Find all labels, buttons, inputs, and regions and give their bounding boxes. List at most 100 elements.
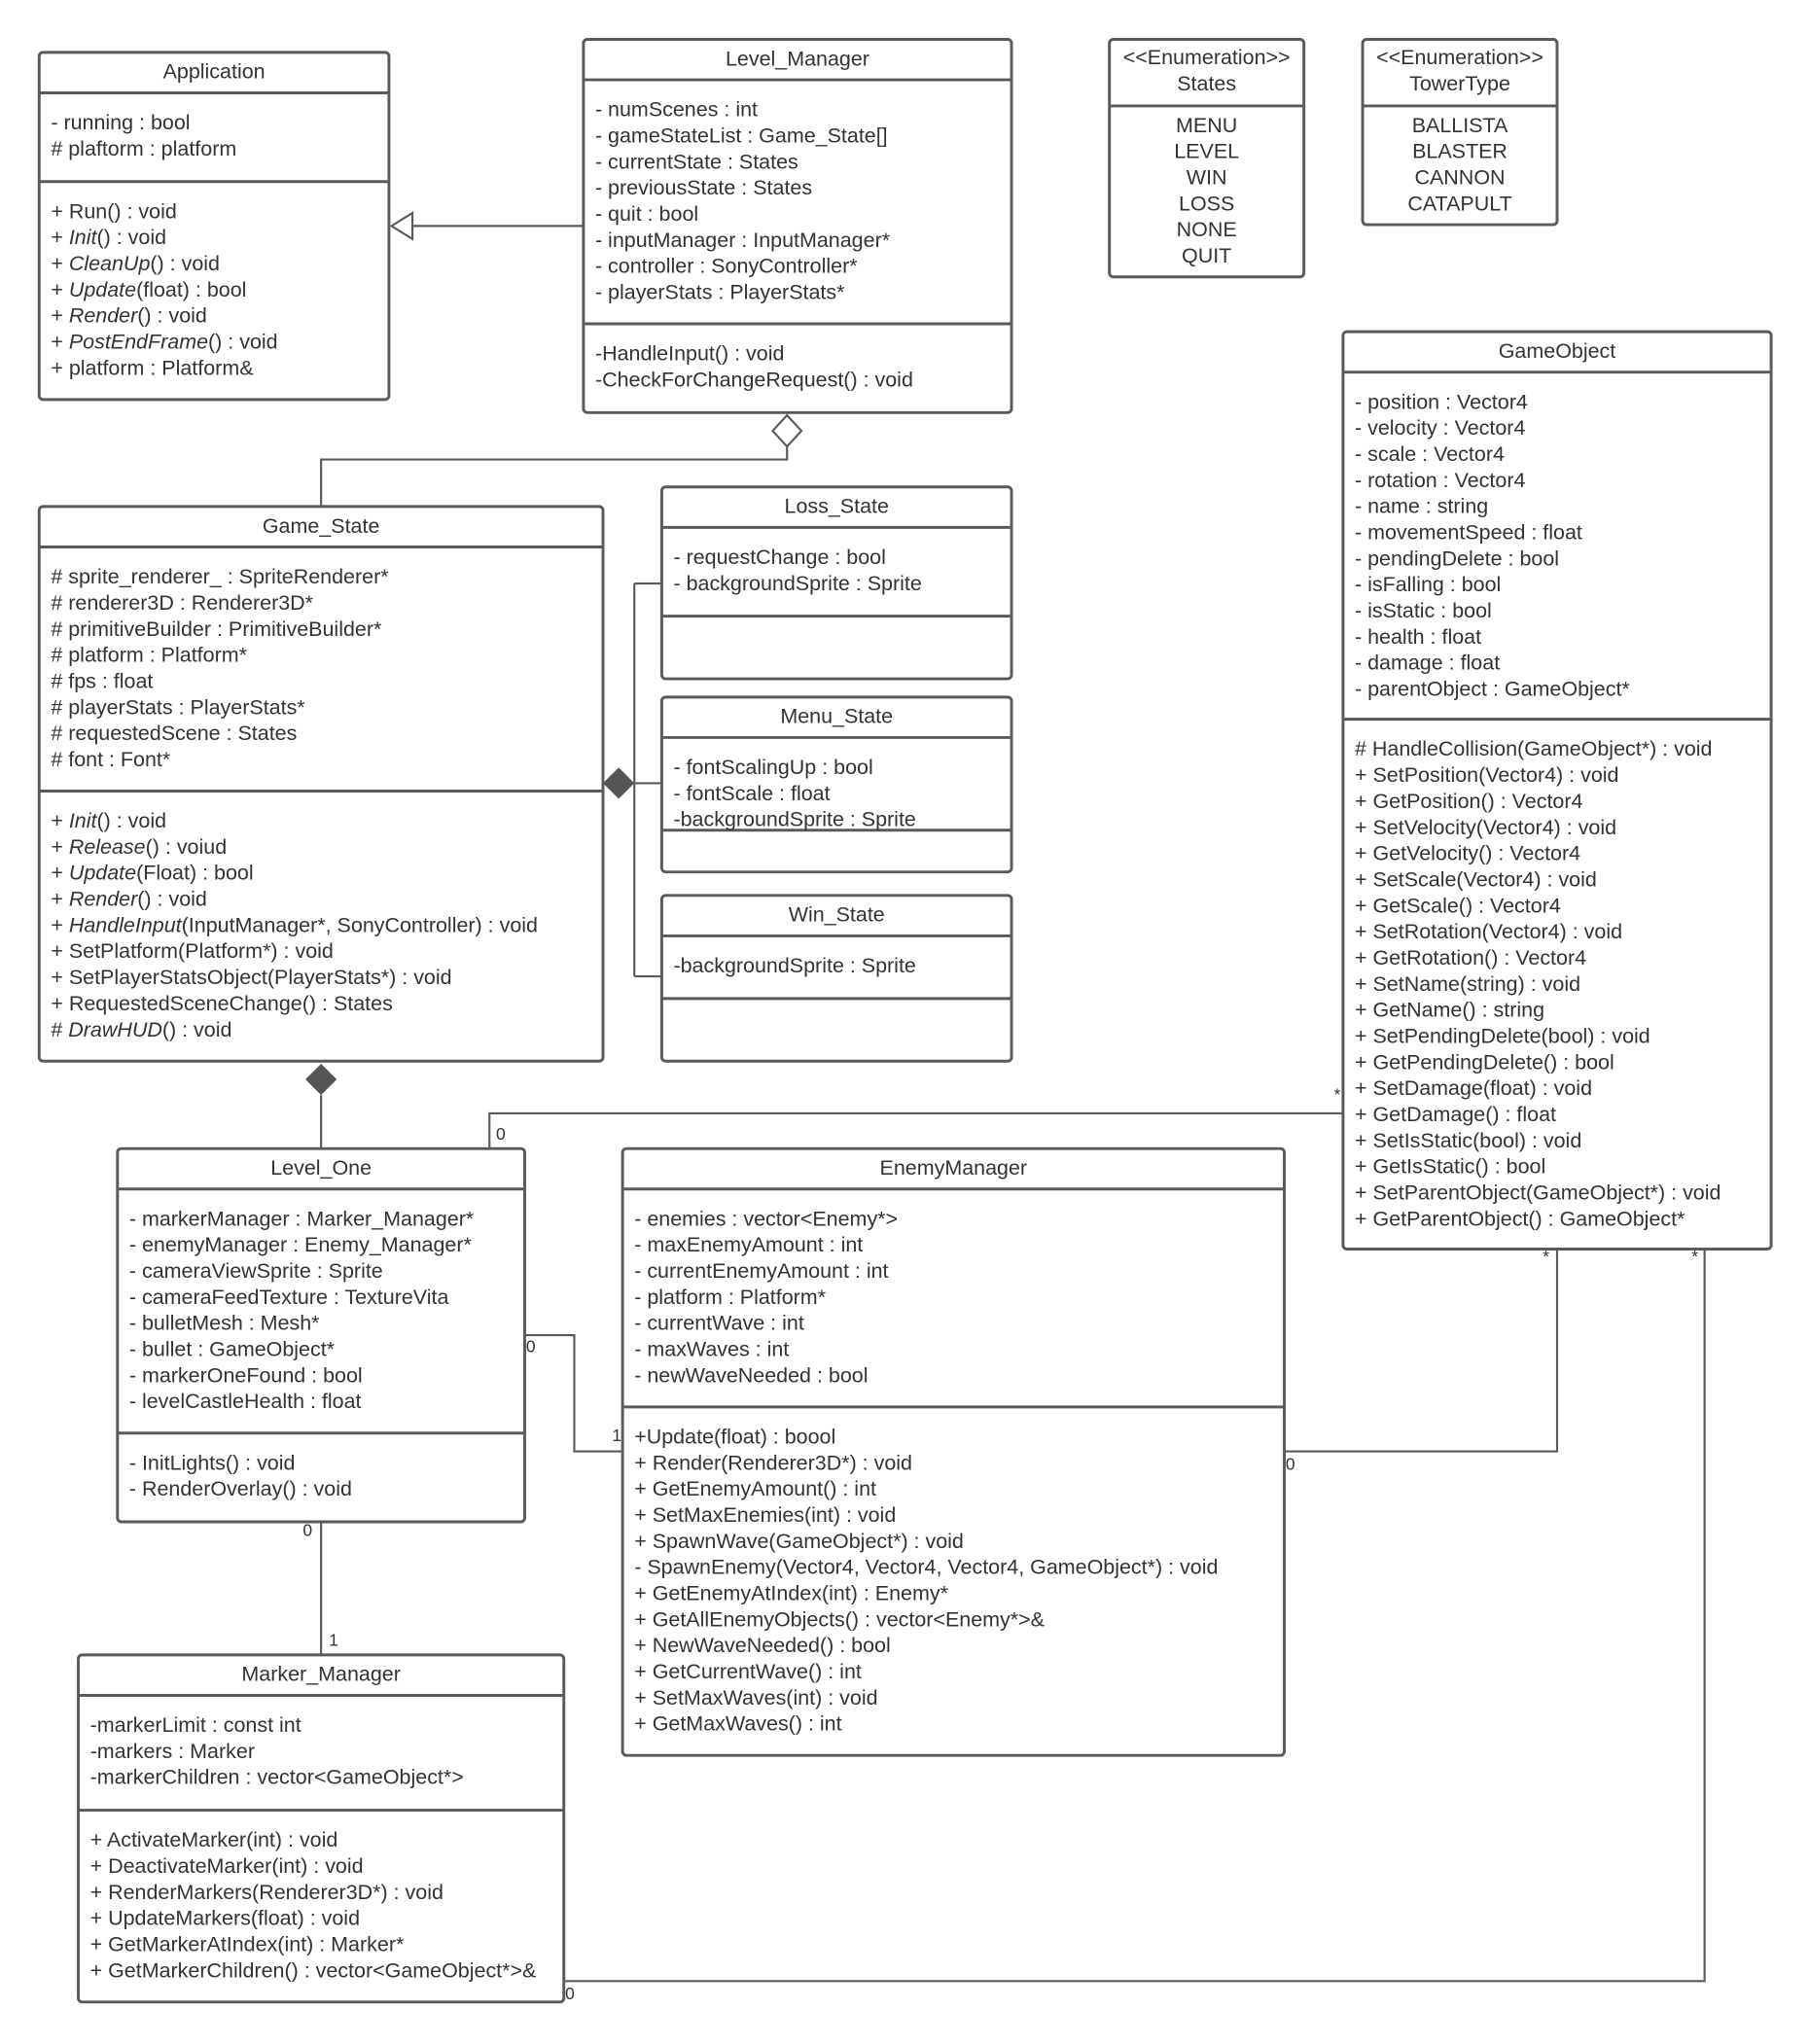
method: + GetPendingDelete() : bool — [1355, 1050, 1614, 1074]
method: + RequestedSceneChange() : States — [51, 992, 392, 1015]
aggregation-diamond-icon — [771, 413, 803, 448]
enum-literal: BALLISTA — [1412, 114, 1508, 137]
attribute: -markerLimit : const int — [90, 1713, 302, 1737]
class-towertype-enum[interactable]: <<Enumeration>>TowerTypeBALLISTABLASTERC… — [1361, 38, 1559, 227]
attribute: - currentEnemyAmount : int — [634, 1259, 888, 1283]
method: -CheckForChangeRequest() : void — [595, 368, 913, 391]
method: + SetScale(Vector4) : void — [1355, 867, 1597, 891]
method: + Render(Renderer3D*) : void — [634, 1451, 912, 1474]
method: -HandleInput() : void — [595, 342, 785, 366]
method: + Render() : void — [51, 888, 207, 911]
method: + GetMarkerChildren() : vector<GameObjec… — [90, 1958, 537, 1982]
class-application[interactable]: Application - running : bool # plaftorm : … — [37, 51, 391, 402]
enum-literal: BLASTER — [1412, 140, 1508, 163]
method: - InitLights() : void — [129, 1451, 296, 1474]
method: + SetPlayerStatsObject(PlayerStats*) : v… — [51, 966, 451, 989]
uml-class-diagram: Application - running : bool # plaftorm : … — [37, 38, 1773, 2004]
class-name: TowerType — [1409, 72, 1510, 95]
attribute: - gameStateList : Game_State[] — [595, 123, 888, 147]
attribute: - requestChange : bool — [673, 546, 885, 569]
method: - SpawnEnemy(Vector4, Vector4, Vector4, … — [634, 1556, 1218, 1579]
method: + ActivateMarker(int) : void — [90, 1828, 338, 1851]
multiplicity-label: 0 — [496, 1124, 506, 1144]
attribute: # platform : Platform* — [51, 644, 247, 667]
method: + SetMaxEnemies(int) : void — [634, 1503, 896, 1527]
composition-diamond-icon — [603, 767, 635, 799]
class-gameobject[interactable]: GameObject - position : Vector4 - velocity… — [1341, 330, 1773, 1251]
attribute: - position : Vector4 — [1355, 390, 1528, 413]
class-name: Game_State — [263, 514, 380, 538]
multiplicity-label: 0 — [565, 1984, 575, 2003]
attribute: # playerStats : PlayerStats* — [51, 695, 305, 719]
method: + Update(float) : bool — [51, 278, 246, 301]
game-state-composition-substates — [633, 582, 662, 978]
method: + HandleInput(InputManager*, SonyControl… — [51, 913, 538, 936]
attribute: - cameraViewSprite : Sprite — [129, 1259, 383, 1283]
multiplicity-label: 1 — [329, 1630, 338, 1649]
multiplicity-label: 1 — [612, 1426, 621, 1445]
attribute: - isStatic : bool — [1355, 599, 1492, 622]
attribute: # sprite_renderer_ : SpriteRenderer* — [51, 565, 389, 588]
class-enemy-manager[interactable]: EnemyManager - enemies : vector<Enemy*> - … — [621, 1146, 1286, 1757]
method: +Update(float) : boool — [634, 1425, 835, 1448]
attribute: - bullet : GameObject* — [129, 1338, 336, 1361]
class-name: Level_Manager — [726, 47, 869, 70]
class-states-enum[interactable]: <<Enumeration>> States MENU LEVELWIN LOSS NON… — [1108, 38, 1306, 279]
attribute: # font : Font* — [51, 748, 171, 771]
enum-literal: CATAPULT — [1407, 192, 1511, 215]
class-menu-state[interactable]: Menu_State - fontScalingUp : bool - fontSc… — [659, 695, 1013, 874]
method: + SetVelocity(Vector4) : void — [1355, 816, 1616, 839]
method: + Run() : void — [51, 199, 176, 223]
enum-literal: WIN — [1187, 165, 1227, 189]
method: + SetParentObject(GameObject*) : void — [1355, 1181, 1720, 1205]
enum-literal: MENU — [1176, 114, 1237, 137]
class-loss-state[interactable]: Loss_State - requestChange : bool - backgr… — [659, 485, 1013, 681]
multiplicity-label: * — [1691, 1247, 1698, 1266]
generalization-arrow-icon — [389, 211, 414, 241]
enum-literal: QUIT — [1182, 244, 1231, 267]
multiplicity-label: 0 — [1286, 1454, 1295, 1473]
attribute: - fontScalingUp : bool — [673, 756, 872, 779]
attribute: - rotation : Vector4 — [1355, 469, 1525, 492]
attribute: - currentWave : int — [634, 1312, 804, 1335]
method: + SetPlatform(Platform*) : void — [51, 939, 334, 963]
method: + platform : Platform& — [51, 356, 253, 379]
attribute: - enemies : vector<Enemy*> — [634, 1207, 898, 1230]
attribute: -markerChildren : vector<GameObject*> — [90, 1766, 464, 1789]
classes: Application - running : bool # plaftorm : … — [37, 38, 1773, 2004]
method: + GetRotation() : Vector4 — [1355, 946, 1586, 969]
method: + SetPendingDelete(bool) : void — [1355, 1024, 1650, 1047]
method: + SetName(string) : void — [1355, 972, 1580, 996]
attribute: # requestedScene : States — [51, 722, 297, 745]
stereotype: <<Enumeration>> — [1376, 46, 1543, 69]
attribute: - damage : float — [1355, 652, 1500, 675]
attribute: # renderer3D : Renderer3D* — [51, 591, 313, 615]
class-name: Application — [163, 60, 266, 84]
attribute: - maxWaves : int — [634, 1338, 789, 1361]
attribute: # plaftorm : platform — [51, 137, 236, 160]
enum-literal: CANNON — [1414, 165, 1505, 189]
class-marker-manager[interactable]: Marker_Manager -markerLimit : const int -m… — [77, 1653, 566, 2004]
method: + GetCurrentWave() : int — [634, 1660, 862, 1683]
attribute: - markerOneFound : bool — [129, 1363, 363, 1387]
method: + PostEndFrame() : void — [51, 331, 277, 354]
method: + SetDamage(float) : void — [1355, 1076, 1592, 1100]
multiplicity-label: 0 — [526, 1337, 536, 1357]
multiplicity-label: 0 — [302, 1521, 312, 1540]
attribute: -backgroundSprite : Sprite — [673, 954, 915, 977]
level-one-to-enemy-manager — [524, 1334, 623, 1453]
enum-literal: LEVEL — [1174, 140, 1239, 163]
attribute: - platform : Platform* — [634, 1286, 826, 1309]
stereotype: <<Enumeration>> — [1123, 46, 1291, 69]
attribute: - pendingDelete : bool — [1355, 546, 1559, 570]
multiplicity-label: * — [1334, 1085, 1341, 1105]
class-win-state[interactable]: Win_State -backgroundSprite : Sprite — [659, 894, 1013, 1063]
class-level-one[interactable]: Level_One - markerManager : Marker_Manage… — [116, 1146, 526, 1524]
class-name: GameObject — [1499, 339, 1616, 363]
enum-literal: NONE — [1177, 218, 1237, 241]
attribute: - name : string — [1355, 495, 1488, 518]
method: + GetEnemyAtIndex(int) : Enemy* — [634, 1582, 948, 1605]
class-level-manager[interactable]: Level_Manager - numScenes : int- gameStat… — [582, 38, 1013, 414]
class-game-state[interactable]: Game_State # sprite_renderer_ : SpriteRen… — [37, 505, 605, 1063]
attribute: - health : float — [1355, 625, 1481, 649]
